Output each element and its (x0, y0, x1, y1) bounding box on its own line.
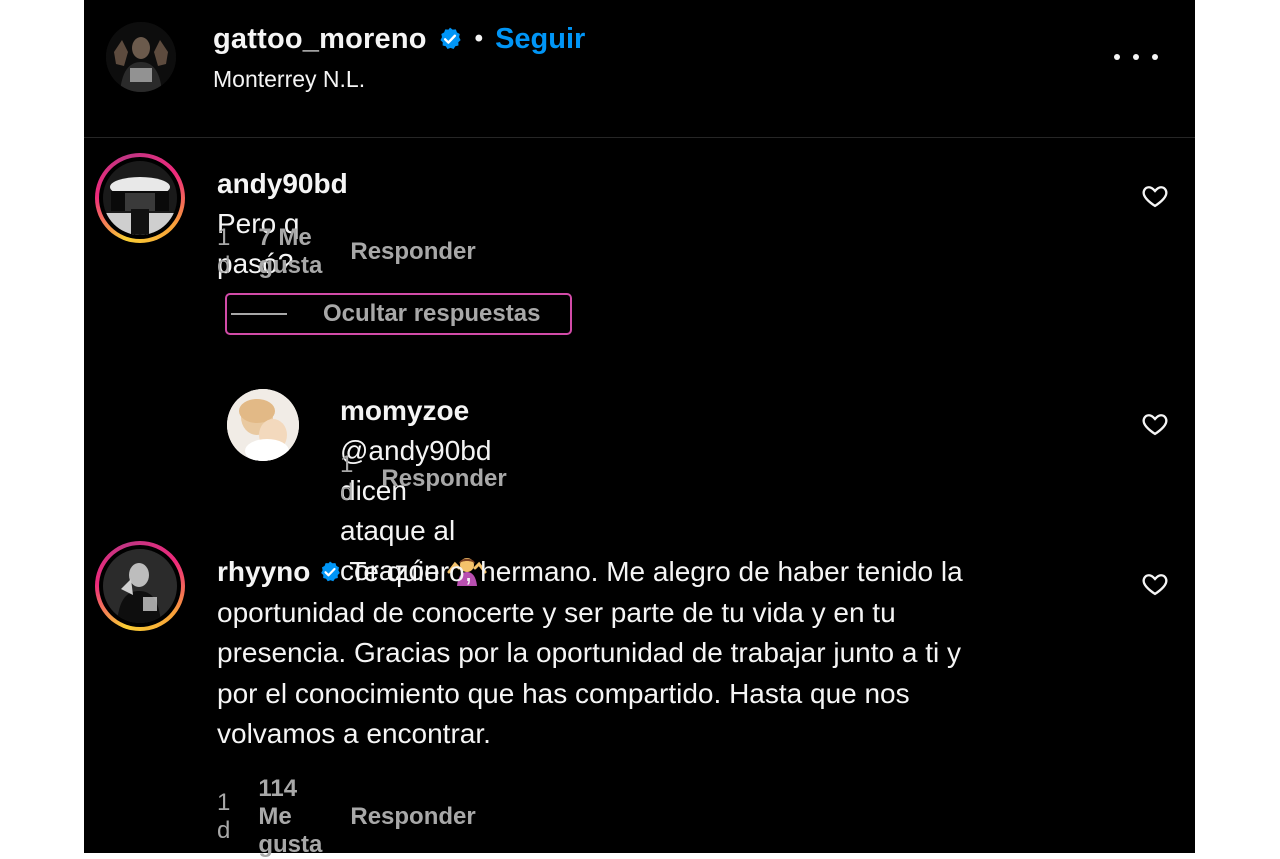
comment-likes[interactable]: 7 Me gusta (258, 224, 322, 280)
verified-badge-icon (321, 561, 340, 582)
author-name-row: gattoo_moreno • Seguir (213, 19, 585, 59)
avatar-image (227, 389, 299, 461)
hide-replies-label: Ocultar respuestas (323, 300, 541, 327)
comment-body: rhyyno Te quiero, hermano. Me alegro de … (217, 552, 1117, 755)
comment-time[interactable]: 1 d (217, 224, 230, 280)
comment-line: rhyyno Te quiero, hermano. Me alegro de … (217, 552, 1117, 593)
more-dot (1152, 54, 1158, 60)
divider-line (231, 313, 287, 315)
hide-replies-button[interactable]: Ocultar respuestas (225, 293, 572, 335)
heart-icon[interactable] (1141, 410, 1169, 438)
verified-badge-icon (440, 27, 461, 49)
comment-text-line: presencia. Gracias por la oportunidad de… (217, 637, 961, 668)
more-options-icon[interactable] (1114, 42, 1158, 72)
comment-text-line: oportunidad de conocerte y ser parte de … (217, 596, 896, 628)
follow-button[interactable]: Seguir (495, 23, 585, 56)
more-dot (1133, 54, 1139, 60)
comment-text-line: por el conocimiento que has compartido. … (217, 677, 910, 709)
reply-time[interactable]: 1 d (340, 451, 353, 507)
avatar-image (103, 161, 177, 235)
reply-meta: 1 d Responder (340, 451, 507, 507)
reply-button[interactable]: Responder (381, 465, 506, 493)
comments-panel: gattoo_moreno • Seguir Monterrey N.L. an… (84, 0, 1195, 858)
more-dot (1114, 54, 1120, 60)
author-username[interactable]: gattoo_moreno (213, 23, 427, 56)
comment-text-line: Te quiero, hermano. Me alegro de haber t… (349, 556, 963, 587)
comment-username[interactable]: andy90bd (217, 168, 348, 199)
avatar-image (103, 549, 177, 623)
author-avatar[interactable] (106, 22, 176, 92)
reply-button[interactable]: Responder (350, 803, 475, 831)
comment-likes[interactable]: 114 Me gusta (258, 775, 322, 859)
reply-button[interactable]: Responder (350, 238, 475, 266)
heart-icon[interactable] (1141, 182, 1169, 210)
avatar (103, 161, 177, 235)
heart-icon[interactable] (1141, 570, 1169, 598)
story-ring-avatar[interactable] (95, 541, 185, 631)
story-ring-avatar[interactable] (95, 153, 185, 243)
separator-dot: • (474, 25, 484, 52)
author-avatar-image (106, 22, 176, 92)
post-header: gattoo_moreno • Seguir Monterrey N.L. (84, 0, 1195, 138)
comment-username[interactable]: rhyyno (217, 556, 310, 587)
comment-meta: 1 d 114 Me gusta Responder (217, 775, 476, 859)
reply-username[interactable]: momyzoe (340, 395, 469, 426)
comment-time[interactable]: 1 d (217, 789, 230, 845)
avatar[interactable] (227, 389, 299, 461)
post-location[interactable]: Monterrey N.L. (213, 66, 365, 93)
comment-text-line: volvamos a encontrar. (217, 718, 491, 749)
avatar (103, 549, 177, 623)
comment-meta: 1 d 7 Me gusta Responder (217, 224, 476, 280)
